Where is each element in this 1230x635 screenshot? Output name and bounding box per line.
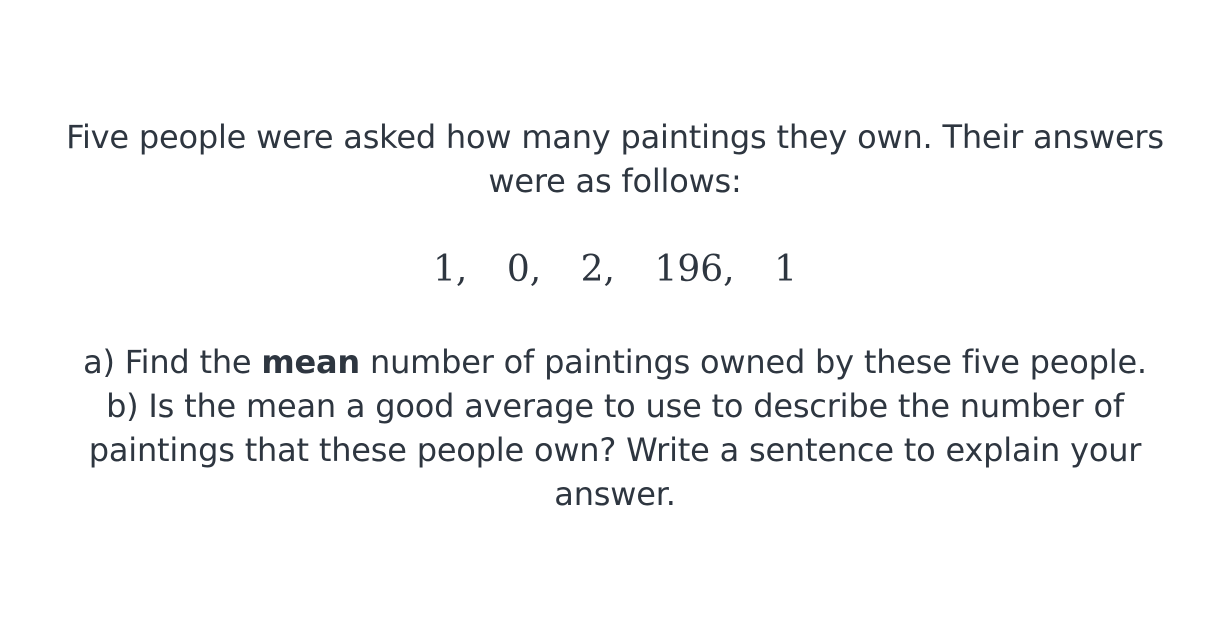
question-a-after: number of paintings owned by these five … [360, 343, 1147, 381]
value-4: 196, [654, 249, 735, 290]
question-a-emphasis: mean [261, 343, 361, 381]
value-5: 1 [774, 249, 797, 290]
question-a: a) Find the mean number of paintings own… [40, 340, 1190, 384]
question-a-before: a) Find the [83, 343, 262, 381]
data-values: 1, 0, 2, 196, 1 [0, 248, 1230, 292]
value-3: 2, [580, 249, 615, 290]
intro-text: Five people were asked how many painting… [66, 118, 1164, 200]
value-1: 1, [433, 249, 468, 290]
question-page: Five people were asked how many painting… [0, 0, 1230, 635]
question-b: b) Is the mean a good average to use to … [88, 387, 1142, 513]
value-2: 0, [506, 249, 542, 290]
questions: a) Find the mean number of paintings own… [40, 340, 1190, 516]
